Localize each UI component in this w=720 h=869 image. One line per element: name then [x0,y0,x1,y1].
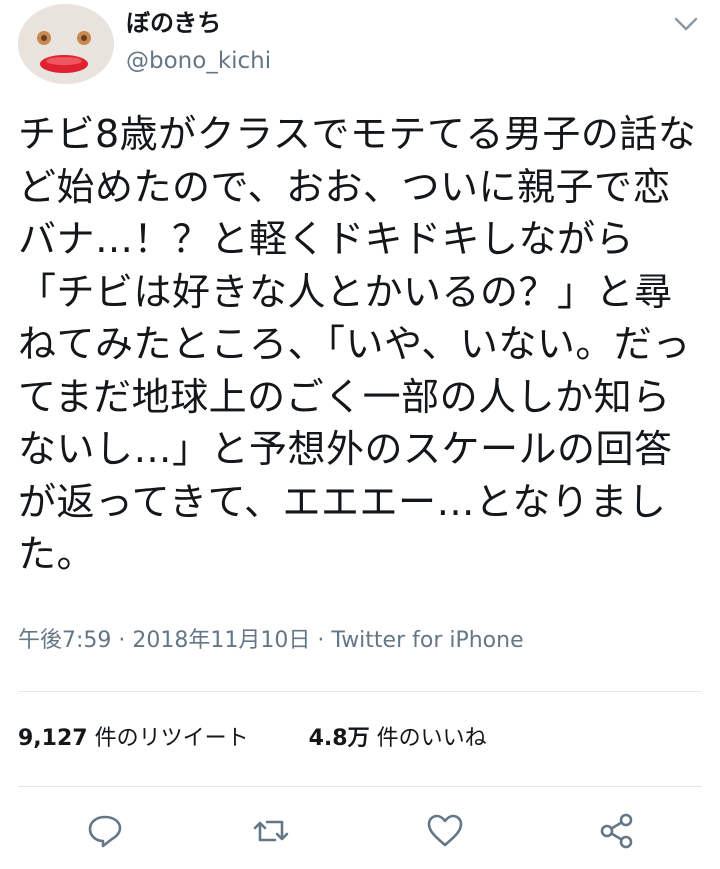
avatar-image [18,4,114,84]
retweet-button[interactable] [246,806,296,856]
retweets-count: 9,127 [18,726,88,751]
reply-button[interactable] [80,806,130,856]
heart-icon [427,814,463,847]
share-icon [600,813,633,849]
likes-label: 件のいいね [369,726,487,751]
meta-separator-2: · [317,628,325,653]
tweet-meta: 午後7:59 · 2018年11月10日 · Twitter for iPhon… [18,626,524,656]
retweets-label: 件のリツイート [87,726,249,751]
display-name[interactable]: ぼのきち [126,8,271,38]
reply-icon [88,815,122,848]
tweet-time: 午後7:59 [18,628,112,653]
user-names: ぼのきち @bono_kichi [126,8,271,76]
likes-stat[interactable]: 4.8万 件のいいね [309,726,487,751]
tweet-text: チビ8歳がクラスでモテてる男子の話など始めたので、おお、ついに親子で恋バナ…！？… [18,112,697,576]
tweet-date: 2018年11月10日 [132,628,311,653]
divider-bottom [18,786,702,787]
tweet-source[interactable]: Twitter for iPhone [331,628,523,653]
retweet-icon [253,820,289,842]
retweets-stat[interactable]: 9,127 件のリツイート [18,726,249,751]
action-bar [18,806,702,856]
divider-top [18,691,702,692]
likes-count: 4.8万 [308,726,370,751]
like-button[interactable] [420,806,470,856]
tweet-header: ぼのきち @bono_kichi [14,0,706,90]
avatar[interactable] [18,4,114,84]
meta-separator: · [118,628,126,653]
chevron-down-icon[interactable] [672,14,700,34]
share-button[interactable] [592,806,642,856]
user-handle[interactable]: @bono_kichi [126,46,271,76]
tweet-stats: 9,127 件のリツイート 4.8万 件のいいね [18,722,487,758]
